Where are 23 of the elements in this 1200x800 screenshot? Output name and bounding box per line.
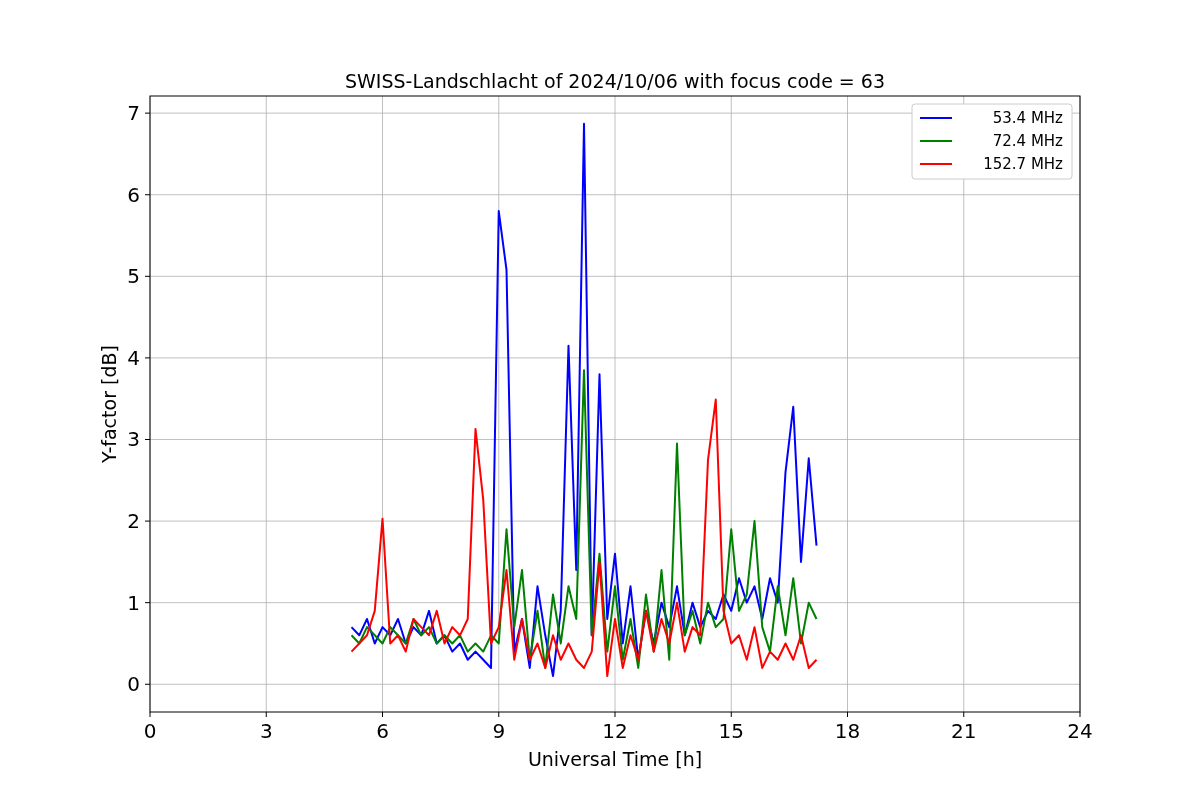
legend-label: 72.4 MHz: [992, 132, 1063, 150]
x-tick-label: 3: [259, 719, 273, 743]
y-tick-label: 2: [127, 509, 140, 534]
x-tick-label: 21: [951, 719, 977, 743]
legend-label: 53.4 MHz: [992, 109, 1063, 127]
y-tick-label: 7: [127, 101, 140, 126]
x-tick-label: 24: [1067, 719, 1093, 743]
chart-title: SWISS-Landschlacht of 2024/10/06 with focus code = 63: [345, 70, 885, 92]
y-tick-label: 1: [127, 590, 140, 615]
x-tick-label: 9: [492, 719, 506, 743]
x-tick-label: 15: [718, 719, 744, 743]
x-tick-label: 18: [834, 719, 861, 743]
x-tick-label: 0: [143, 719, 157, 743]
x-tick-label: 12: [602, 719, 628, 743]
x-tick-label: 6: [376, 719, 389, 743]
y-tick-label: 6: [127, 182, 140, 207]
legend-label: 152.7 MHz: [983, 155, 1063, 173]
y-tick-label: 4: [127, 345, 140, 370]
y-tick-label: 0: [127, 672, 140, 697]
y-tick-label: 5: [127, 264, 140, 289]
x-axis-label: Universal Time [h]: [527, 748, 703, 770]
y-tick-label: 3: [127, 427, 140, 452]
y-axis-label: Y-factor [dB]: [98, 345, 120, 463]
